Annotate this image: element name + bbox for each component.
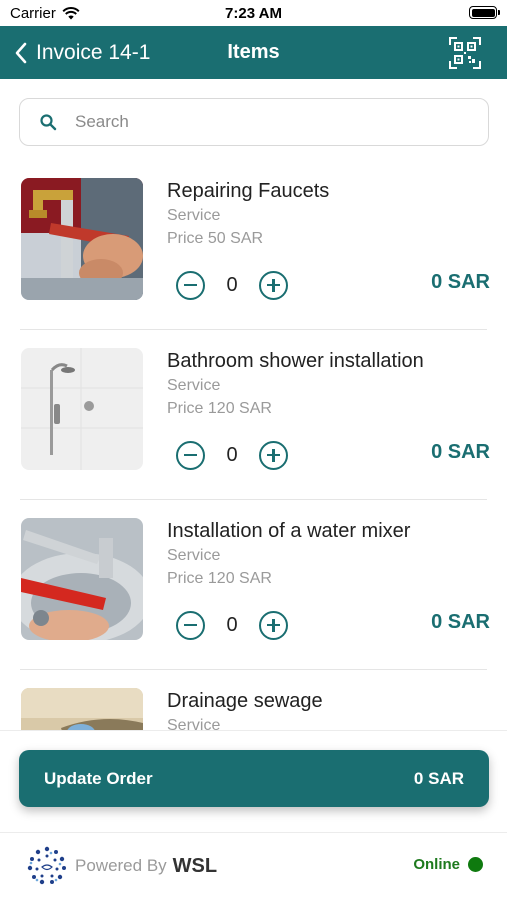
item-name: Installation of a water mixer bbox=[167, 520, 411, 542]
list-item: Bathroom shower installation Service Pri… bbox=[0, 330, 507, 500]
footer-divider bbox=[0, 832, 507, 833]
item-category: Service bbox=[167, 377, 221, 394]
item-total: 0 SAR bbox=[431, 271, 490, 293]
back-button[interactable]: Invoice 14-1 bbox=[14, 26, 150, 79]
update-order-button[interactable]: Update Order 0 SAR bbox=[19, 750, 489, 807]
item-total: 0 SAR bbox=[431, 611, 490, 633]
item-price: Price 120 SAR bbox=[167, 570, 272, 587]
search-icon bbox=[40, 114, 57, 131]
qr-code-icon[interactable] bbox=[449, 37, 481, 69]
minus-icon bbox=[184, 623, 197, 627]
connection-status: Online bbox=[413, 856, 483, 873]
increase-button[interactable] bbox=[259, 270, 288, 300]
battery-icon bbox=[469, 6, 500, 19]
item-list: Repairing Faucets Service Price 50 SAR 0… bbox=[0, 160, 507, 730]
item-category: Service bbox=[167, 717, 221, 730]
decrease-button[interactable] bbox=[176, 440, 205, 470]
status-time: 7:23 AM bbox=[225, 5, 282, 22]
powered-by-label: Powered By bbox=[75, 856, 167, 875]
item-category: Service bbox=[167, 547, 221, 564]
item-quantity: 0 bbox=[226, 273, 238, 296]
order-total: 0 SAR bbox=[413, 769, 464, 788]
list-item: Repairing Faucets Service Price 50 SAR 0… bbox=[0, 160, 507, 330]
update-order-label: Update Order bbox=[44, 769, 153, 788]
quantity-stepper: 0 bbox=[176, 440, 288, 470]
status-label: Online bbox=[413, 856, 460, 873]
item-price: Price 120 SAR bbox=[167, 400, 272, 417]
status-bar: Carrier 7:23 AM bbox=[0, 0, 507, 26]
increase-button[interactable] bbox=[259, 610, 288, 640]
quantity-stepper: 0 bbox=[176, 610, 288, 640]
brand-name: WSL bbox=[172, 854, 218, 877]
chevron-left-icon bbox=[15, 42, 27, 63]
nav-bar: Invoice 14-1 Items bbox=[0, 26, 507, 79]
back-label: Invoice 14-1 bbox=[36, 40, 151, 64]
status-dot-icon bbox=[468, 857, 483, 872]
quantity-stepper: 0 bbox=[176, 270, 288, 300]
item-name: Bathroom shower installation bbox=[167, 350, 424, 372]
decrease-button[interactable] bbox=[176, 610, 205, 640]
wsl-logo-icon bbox=[27, 846, 66, 885]
minus-icon bbox=[184, 283, 197, 287]
item-image-drainage bbox=[21, 688, 143, 730]
item-total: 0 SAR bbox=[431, 441, 490, 463]
item-quantity: 0 bbox=[226, 443, 238, 466]
search-input[interactable] bbox=[75, 112, 455, 132]
item-image-shower bbox=[21, 348, 143, 470]
item-name: Repairing Faucets bbox=[167, 180, 330, 202]
list-item: Drainage sewage Service bbox=[0, 670, 507, 730]
item-image-faucet bbox=[21, 178, 143, 300]
item-image-mixer bbox=[21, 518, 143, 640]
search-bar[interactable] bbox=[19, 98, 489, 146]
item-price: Price 50 SAR bbox=[167, 230, 264, 247]
item-name: Drainage sewage bbox=[167, 690, 323, 712]
powered-by: Powered By WSL bbox=[25, 845, 217, 887]
item-category: Service bbox=[167, 207, 221, 224]
decrease-button[interactable] bbox=[176, 270, 205, 300]
list-item: Installation of a water mixer Service Pr… bbox=[0, 500, 507, 670]
minus-icon bbox=[184, 453, 197, 457]
item-quantity: 0 bbox=[226, 613, 238, 636]
increase-button[interactable] bbox=[259, 440, 288, 470]
